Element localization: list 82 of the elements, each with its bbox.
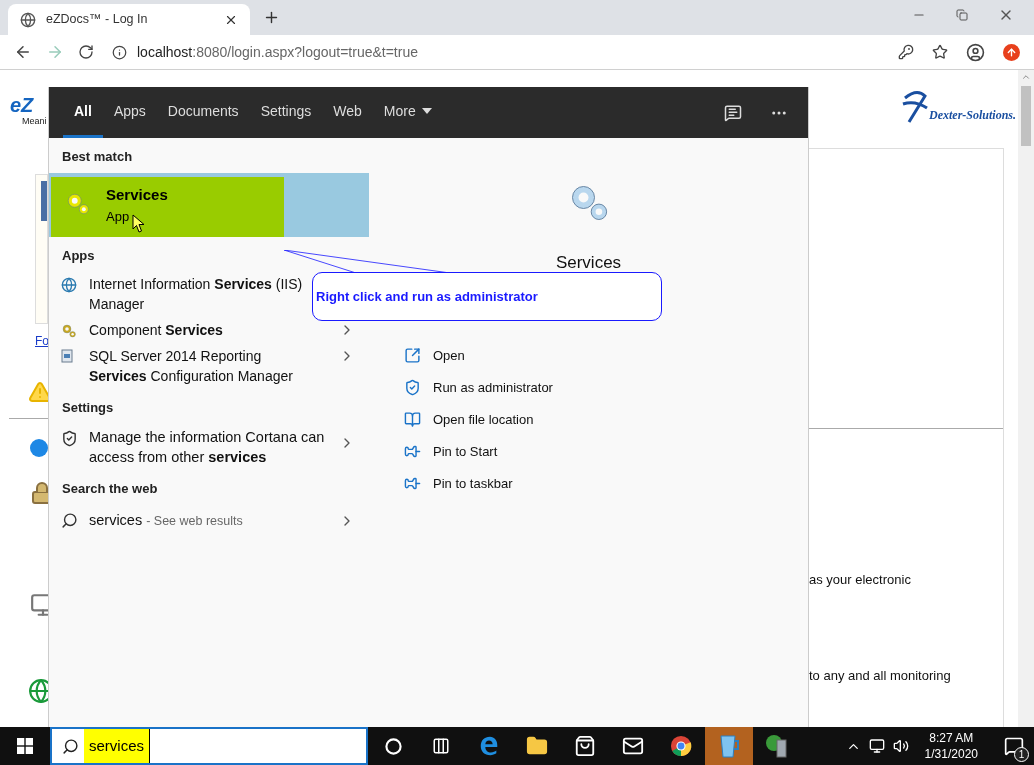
item-subtitle: App bbox=[106, 207, 130, 226]
app-logo-icon bbox=[30, 438, 48, 457]
section-heading: Settings bbox=[61, 399, 115, 417]
key-icon[interactable] bbox=[898, 44, 914, 60]
action-item[interactable]: Pin to Start bbox=[404, 441, 808, 462]
filter-tab[interactable]: More bbox=[372, 87, 443, 138]
server-globe-icon bbox=[765, 734, 789, 758]
filter-tab[interactable]: Documents bbox=[156, 87, 250, 138]
notification-count: 1 bbox=[1014, 747, 1029, 762]
page-link[interactable]: Fo bbox=[35, 331, 49, 350]
web-result-item[interactable]: services - See web results bbox=[49, 504, 369, 538]
globe-icon bbox=[20, 11, 36, 28]
filter-tab[interactable]: Web bbox=[322, 87, 373, 138]
app-name: Component Services bbox=[89, 321, 224, 340]
store-bag-icon bbox=[574, 735, 596, 757]
logo-text: eZ bbox=[10, 95, 35, 115]
filter-tab[interactable]: All bbox=[63, 87, 103, 138]
tab-title: eZDocs™ - Log In bbox=[46, 11, 148, 29]
network-icon[interactable] bbox=[868, 738, 885, 754]
shield-icon bbox=[404, 379, 421, 396]
shield-icon bbox=[61, 429, 78, 447]
mail-icon bbox=[622, 735, 644, 757]
browser-tab[interactable]: eZDocs™ - Log In bbox=[8, 4, 250, 35]
preview-title: Services bbox=[555, 252, 622, 274]
document-icon bbox=[61, 349, 73, 363]
info-icon[interactable] bbox=[112, 44, 127, 60]
action-item[interactable]: Open bbox=[404, 345, 808, 366]
section-heading: Apps bbox=[61, 246, 96, 265]
cortana-icon bbox=[384, 737, 402, 755]
action-item[interactable]: Pin to taskbar bbox=[404, 473, 808, 494]
chrome-icon bbox=[670, 735, 692, 757]
logo-tagline: Meani bbox=[22, 115, 48, 128]
pin-icon bbox=[404, 475, 421, 492]
partner-logo: Dexter-Solutions. bbox=[901, 88, 1016, 124]
search-icon bbox=[61, 512, 78, 530]
star-icon[interactable] bbox=[932, 44, 948, 60]
globe-server-icon bbox=[61, 277, 77, 293]
reload-icon[interactable] bbox=[78, 44, 94, 60]
component-gear-icon bbox=[61, 323, 77, 339]
best-match-item[interactable]: Services App bbox=[49, 172, 369, 237]
section-heading: Search the web bbox=[61, 479, 159, 498]
action-item[interactable]: Open file location bbox=[404, 409, 808, 430]
dropdown-caret-icon bbox=[421, 108, 432, 114]
pin-icon bbox=[404, 443, 421, 460]
filter-tab[interactable]: Apps bbox=[102, 87, 157, 138]
app-result-item[interactable]: Component Services bbox=[49, 317, 369, 343]
windows-logo-icon bbox=[17, 738, 33, 754]
restore-icon[interactable] bbox=[956, 9, 968, 21]
back-icon[interactable] bbox=[14, 43, 32, 61]
web-query: services bbox=[89, 511, 143, 530]
body-text: to any and all monitoring bbox=[809, 666, 952, 685]
scrollbar-thumb[interactable] bbox=[1021, 86, 1031, 146]
browser-e-icon bbox=[478, 735, 500, 757]
clock[interactable]: 8:27 AM 1/31/2020 bbox=[924, 730, 978, 762]
search-icon bbox=[62, 737, 79, 755]
open-icon bbox=[404, 347, 421, 364]
setting-result-item[interactable]: Manage the information Cortana can access from other services bbox=[49, 423, 369, 470]
folder-icon bbox=[526, 735, 548, 757]
section-heading: Best match bbox=[61, 148, 134, 166]
volume-icon[interactable] bbox=[892, 738, 909, 754]
profile-icon[interactable] bbox=[966, 42, 985, 62]
filter-tab[interactable]: Settings bbox=[249, 87, 323, 138]
app-result-item[interactable]: SQL Server 2014 Reporting Services Configuration Manager bbox=[49, 343, 369, 389]
search-text: services bbox=[84, 729, 150, 763]
feedback-icon[interactable] bbox=[724, 103, 742, 122]
action-item[interactable]: Run as administrator bbox=[404, 377, 808, 398]
setting-name: Manage the information Cortana can access from other services bbox=[89, 427, 326, 467]
taskbar-search-field[interactable]: services bbox=[50, 727, 368, 765]
app-name: Internet Information Services (IIS) Manager bbox=[89, 275, 304, 314]
mouse-cursor-icon bbox=[132, 214, 145, 233]
new-tab-icon[interactable] bbox=[263, 9, 280, 26]
web-hint: - See web results bbox=[146, 512, 243, 530]
item-title: Services bbox=[106, 184, 168, 205]
app-name: SQL Server 2014 Reporting Services Configuration Manager bbox=[89, 347, 294, 386]
update-icon[interactable] bbox=[1003, 43, 1020, 61]
callout-text: Right click and run as administrator bbox=[316, 287, 538, 306]
body-text: as your electronic bbox=[809, 571, 912, 589]
file-location-icon bbox=[404, 411, 421, 428]
task-view-icon bbox=[432, 737, 450, 755]
address-field[interactable]: localhost:8080/login.aspx?logout=true&t=true bbox=[137, 41, 418, 63]
scrollbar[interactable] bbox=[1018, 70, 1034, 727]
cup-icon bbox=[717, 733, 741, 759]
